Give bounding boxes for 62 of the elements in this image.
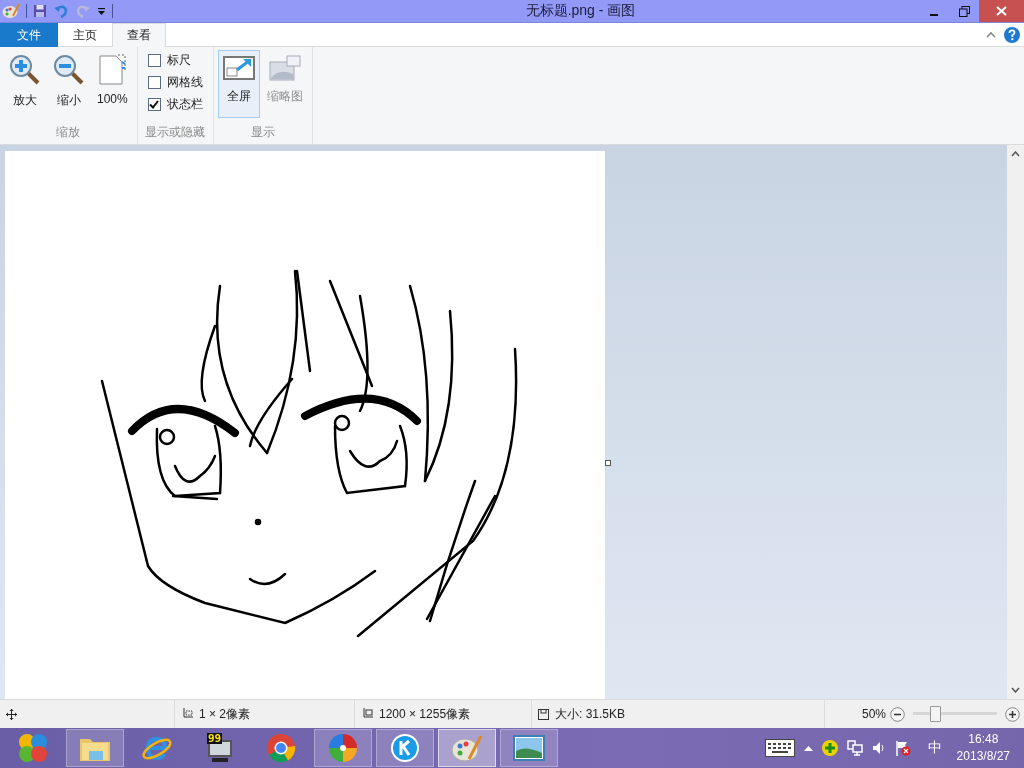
checkbox[interactable]: [147, 98, 161, 111]
flag-error-icon[interactable]: [894, 740, 911, 756]
fullscreen-icon: [222, 54, 255, 82]
k-circle-icon[interactable]: [390, 733, 420, 763]
save-icon: [538, 708, 549, 720]
collapse-ribbon-icon[interactable]: [986, 31, 996, 38]
group-label: 显示或隐藏: [144, 124, 207, 141]
plus-circle-icon[interactable]: [821, 740, 838, 756]
zoom-level-text: 50%: [861, 707, 886, 721]
zoom-out-button[interactable]: 缩小: [48, 50, 90, 114]
network-icon[interactable]: [846, 740, 863, 756]
zoom-out-button[interactable]: [890, 706, 905, 722]
checkbox-label: 标尺: [166, 52, 191, 69]
ribbon-tab[interactable]: 文件: [0, 23, 58, 47]
drawing-canvas[interactable]: [5, 151, 605, 702]
help-icon[interactable]: [1004, 26, 1020, 43]
zoom-in-icon: [9, 54, 41, 86]
resize-handle[interactable]: [605, 460, 611, 466]
ribbon-tab[interactable]: 主页: [58, 23, 112, 47]
speaker-icon[interactable]: [871, 741, 886, 755]
colorful-circles-icon[interactable]: [17, 732, 49, 764]
fullscreen-button[interactable]: 全屏: [217, 50, 260, 118]
close-icon: [996, 6, 1007, 16]
minimize-icon: [930, 14, 938, 16]
checkbox[interactable]: [147, 76, 161, 89]
checkbox[interactable]: [147, 54, 161, 67]
landscape-photo-icon[interactable]: [513, 735, 545, 761]
scroll-down-icon[interactable]: [1011, 687, 1020, 693]
image-size-text: 1200 × 1255像素: [379, 705, 471, 723]
notification-badge: 99: [207, 733, 223, 744]
paint-palette-icon[interactable]: [451, 733, 483, 763]
zoom-in-button[interactable]: 放大: [4, 50, 46, 114]
paint-palette-icon: [2, 3, 20, 19]
window-title: 无标题.png - 画图: [524, 2, 637, 20]
pinwheel-icon[interactable]: [328, 733, 358, 763]
chrome-icon[interactable]: [266, 733, 296, 763]
selection-size-icon: [181, 708, 193, 720]
zoom-in-button[interactable]: [1005, 706, 1020, 722]
show-hidden-icons-icon[interactable]: [803, 745, 813, 751]
file-size-text: 大小: 31.5KB: [555, 705, 626, 723]
restore-icon: [958, 5, 970, 17]
slider-thumb[interactable]: [929, 706, 941, 722]
input-method-indicator[interactable]: 中: [927, 739, 942, 757]
image-size-icon: [361, 708, 373, 720]
taskbar-clock[interactable]: 16:48 2013/8/27: [956, 731, 1010, 765]
vertical-scrollbar[interactable]: [1007, 145, 1024, 699]
save-icon[interactable]: [33, 4, 47, 18]
checkbox-label: 网格线: [166, 74, 203, 91]
selection-size-text: 1 × 2像素: [199, 705, 251, 723]
group-label: 缩放: [55, 124, 82, 141]
actual-size-button[interactable]: 100%: [92, 50, 133, 114]
page-icon: [98, 54, 127, 86]
zoom-out-icon: [53, 54, 85, 86]
thumbnail-icon: [268, 54, 301, 82]
checkbox-label: 状态栏: [166, 96, 203, 113]
ribbon-tab[interactable]: 查看: [112, 23, 166, 47]
close-button[interactable]: [979, 0, 1024, 22]
keyboard-icon[interactable]: [764, 739, 795, 757]
customize-dropdown-icon[interactable]: [97, 6, 106, 16]
group-label: 显示: [249, 124, 276, 141]
scroll-up-icon[interactable]: [1011, 151, 1020, 157]
move-cursor-icon: [6, 708, 17, 720]
